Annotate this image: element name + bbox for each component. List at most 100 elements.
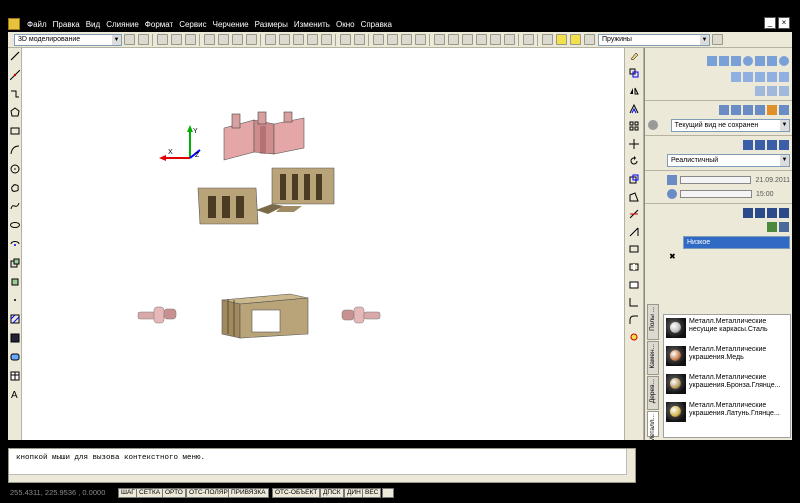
rotate-icon[interactable] — [629, 156, 639, 166]
minimize-icon[interactable]: _ — [764, 17, 776, 29]
material-item[interactable]: Металл.Металлические украшения.Бронза.Гля… — [666, 374, 790, 398]
menu-help[interactable]: Справка — [358, 20, 395, 29]
calculator-icon[interactable] — [503, 34, 515, 45]
chevron-down-icon[interactable]: ▼ — [780, 119, 789, 131]
chevron-down-icon[interactable]: ▼ — [780, 154, 789, 166]
layer-properties-icon[interactable] — [541, 34, 553, 45]
render-region-icon[interactable] — [755, 208, 765, 218]
arc-icon[interactable] — [10, 145, 20, 155]
walk-icon[interactable] — [767, 105, 777, 115]
menu-window[interactable]: Окно — [333, 20, 358, 29]
tab-floors[interactable]: Полы ... — [647, 304, 659, 340]
menu-dimensions[interactable]: Размеры — [252, 20, 291, 29]
menu-view[interactable]: Вид — [83, 20, 103, 29]
sun-icon[interactable] — [569, 34, 581, 45]
slice-icon[interactable] — [779, 72, 789, 82]
render-quality-select[interactable]: Низкое — [683, 235, 790, 249]
ortho-toggle[interactable]: ОРТО — [162, 488, 186, 498]
pan-view-icon[interactable] — [719, 105, 729, 115]
menu-draw[interactable]: Черчение — [210, 20, 252, 29]
lightbulb-icon[interactable] — [555, 34, 567, 45]
subtract-icon[interactable] — [767, 86, 777, 96]
otrack-toggle[interactable]: ОТС-ОБЪЕКТ — [272, 488, 321, 498]
material-item[interactable]: Металл.Металлические несущие каркасы.Стал… — [666, 318, 790, 342]
block-editor-icon[interactable] — [320, 34, 332, 45]
scale-icon[interactable] — [629, 174, 639, 184]
print-preview-icon[interactable] — [217, 34, 229, 45]
zoom-view-icon[interactable] — [731, 105, 741, 115]
new-file-icon[interactable] — [156, 34, 168, 45]
join-icon[interactable] — [629, 280, 639, 290]
region-icon[interactable] — [10, 352, 20, 362]
revolve-icon[interactable] — [743, 72, 753, 82]
dyn-toggle[interactable]: ДИН — [344, 488, 364, 498]
3d-print-icon[interactable] — [245, 34, 257, 45]
polar-toggle[interactable]: ОТС-ПОЛЯР — [186, 488, 231, 498]
hidden-style-icon[interactable] — [755, 140, 765, 150]
intersect-icon[interactable] — [779, 86, 789, 96]
2d-wireframe-icon[interactable] — [743, 140, 753, 150]
orbit-icon[interactable] — [743, 105, 753, 115]
cone-icon[interactable] — [731, 56, 741, 66]
ducs-toggle[interactable]: ДПСК — [320, 488, 344, 498]
model-viewport[interactable]: Y X Z — [22, 48, 624, 440]
chevron-down-icon[interactable]: ▼ — [700, 34, 709, 45]
polygon-icon[interactable] — [10, 107, 20, 117]
zoom-previous-icon[interactable] — [414, 34, 426, 45]
menu-tools[interactable]: Сервис — [176, 20, 209, 29]
undo-icon[interactable] — [339, 34, 351, 45]
break-icon[interactable] — [629, 262, 639, 272]
wedge-icon[interactable] — [767, 56, 777, 66]
rectangle-icon[interactable] — [10, 126, 20, 136]
named-view-select[interactable]: Текущий вид не сохранен ▼ — [670, 118, 790, 132]
erase-icon[interactable] — [629, 51, 639, 61]
box-icon[interactable] — [707, 56, 717, 66]
realistic-style-icon[interactable] — [767, 140, 777, 150]
pan-icon[interactable] — [372, 34, 384, 45]
sheet-set-icon[interactable] — [475, 34, 487, 45]
extend-icon[interactable] — [629, 227, 639, 237]
loft-icon[interactable] — [767, 72, 777, 82]
polyline-icon[interactable] — [10, 89, 20, 99]
materials-icon[interactable] — [767, 222, 777, 232]
menu-edit[interactable]: Правка — [50, 20, 83, 29]
command-line[interactable]: кнопкой мыши для вызова контекстного мен… — [8, 448, 636, 483]
sweep-icon[interactable] — [755, 72, 765, 82]
render-settings-icon[interactable] — [779, 208, 789, 218]
offset-icon[interactable] — [629, 103, 639, 114]
array-icon[interactable] — [629, 121, 639, 131]
ellipse-arc-icon[interactable] — [10, 239, 20, 249]
layer-select[interactable]: Пружины ▼ — [598, 33, 710, 46]
cylinder-icon[interactable] — [719, 56, 729, 66]
date-slider[interactable] — [679, 176, 752, 184]
pyramid-icon[interactable] — [755, 56, 765, 66]
render-window-icon[interactable] — [767, 208, 777, 218]
layer-current-icon[interactable] — [711, 34, 723, 45]
chevron-down-icon[interactable]: ▼ — [112, 34, 121, 45]
markup-icon[interactable] — [489, 34, 501, 45]
tab-metal[interactable]: Металл... — [647, 411, 659, 442]
close-icon[interactable]: × — [778, 17, 790, 29]
free-orbit-icon[interactable] — [755, 105, 765, 115]
material-item[interactable]: Металл.Металлические украшения.Латунь.Гля… — [666, 402, 790, 426]
conceptual-style-icon[interactable] — [779, 140, 789, 150]
tab-wood[interactable]: Дерев... — [647, 376, 659, 410]
union-icon[interactable] — [755, 86, 765, 96]
time-slider[interactable] — [680, 190, 752, 198]
match-properties-icon[interactable] — [306, 34, 318, 45]
make-block-icon[interactable] — [10, 277, 20, 287]
insert-block-icon[interactable] — [10, 258, 20, 268]
multiline-text-icon[interactable]: A — [10, 389, 20, 401]
menu-format[interactable]: Формат — [142, 20, 176, 29]
zoom-window-icon[interactable] — [400, 34, 412, 45]
table-icon[interactable] — [10, 371, 20, 381]
command-hscrollbar[interactable] — [9, 474, 627, 482]
design-center-icon[interactable] — [447, 34, 459, 45]
save-icon[interactable] — [184, 34, 196, 45]
stretch-icon[interactable] — [629, 191, 639, 202]
torus-icon[interactable] — [779, 56, 789, 66]
copy-icon[interactable] — [278, 34, 290, 45]
chamfer-icon[interactable] — [629, 297, 639, 307]
tool-palettes-icon[interactable] — [461, 34, 473, 45]
ellipse-icon[interactable] — [10, 220, 20, 230]
